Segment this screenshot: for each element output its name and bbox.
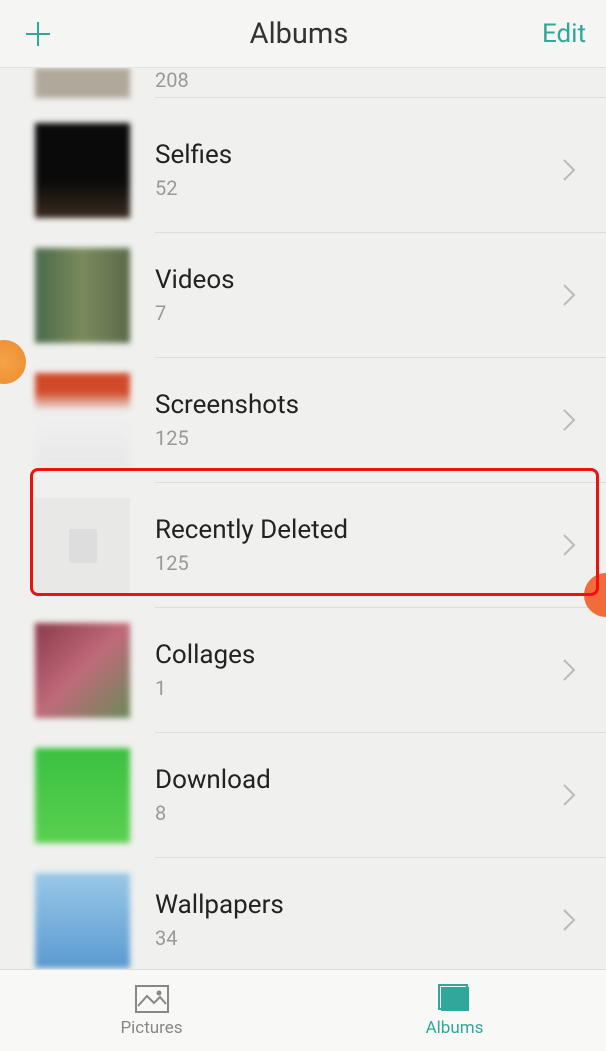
chevron-right-icon (562, 158, 576, 182)
row-text: Videos 7 (155, 265, 235, 325)
album-thumbnail (35, 498, 130, 593)
list-item[interactable]: Selfies 52 (0, 108, 606, 233)
list-item[interactable]: Wallpapers 34 (0, 858, 606, 969)
album-thumbnail (35, 748, 130, 843)
album-thumbnail (35, 248, 130, 343)
row-content: Wallpapers 34 (155, 858, 606, 969)
album-name: Selfies (155, 140, 232, 170)
row-content: Selfies 52 (155, 108, 606, 233)
album-name: Screenshots (155, 390, 299, 420)
list-item[interactable]: Download 8 (0, 733, 606, 858)
album-count: 7 (155, 301, 235, 325)
pictures-icon (134, 984, 170, 1014)
row-text: Screenshots 125 (155, 390, 299, 450)
album-thumbnail (35, 68, 130, 98)
albums-icon (438, 984, 472, 1014)
list-item[interactable]: Collages 1 (0, 608, 606, 733)
edit-button[interactable]: Edit (542, 19, 586, 49)
list-item-recently-deleted[interactable]: Recently Deleted 125 (0, 483, 606, 608)
chevron-right-icon (562, 908, 576, 932)
list-item[interactable]: Videos 7 (0, 233, 606, 358)
row-text: Wallpapers 34 (155, 890, 284, 950)
plus-icon (23, 19, 53, 49)
album-list: 208 Selfies 52 Videos 7 Screenshots (0, 68, 606, 969)
row-content: Screenshots 125 (155, 358, 606, 483)
album-thumbnail (35, 623, 130, 718)
row-content: Recently Deleted 125 (155, 483, 606, 608)
album-count: 125 (155, 551, 348, 575)
bottom-nav: Pictures Albums (0, 969, 606, 1051)
album-count: 125 (155, 426, 299, 450)
album-name: Collages (155, 640, 255, 670)
tab-label: Pictures (120, 1018, 182, 1038)
chevron-right-icon (562, 408, 576, 432)
album-count: 52 (155, 176, 232, 200)
list-item[interactable]: 208 (0, 68, 606, 108)
tab-label: Albums (426, 1018, 484, 1038)
add-button[interactable] (20, 16, 56, 52)
album-thumbnail (35, 123, 130, 218)
chevron-right-icon (562, 533, 576, 557)
list-item[interactable]: Screenshots 125 (0, 358, 606, 483)
album-thumbnail (35, 373, 130, 468)
album-count: 1 (155, 676, 255, 700)
album-name: Wallpapers (155, 890, 284, 920)
page-title: Albums (250, 17, 349, 51)
chevron-right-icon (562, 658, 576, 682)
header: Albums Edit (0, 0, 606, 68)
album-count: 8 (155, 801, 271, 825)
tab-pictures[interactable]: Pictures (0, 970, 303, 1051)
album-name: Videos (155, 265, 235, 295)
row-content: Videos 7 (155, 233, 606, 358)
row-text: Download 8 (155, 765, 271, 825)
row-text: Selfies 52 (155, 140, 232, 200)
row-content: Download 8 (155, 733, 606, 858)
album-name: Download (155, 765, 271, 795)
chevron-right-icon (562, 283, 576, 307)
album-count: 208 (155, 68, 189, 92)
album-thumbnail (35, 873, 130, 968)
chevron-right-icon (562, 783, 576, 807)
row-content: 208 (155, 68, 606, 98)
row-text: 208 (155, 68, 189, 92)
row-text: Collages 1 (155, 640, 255, 700)
album-count: 34 (155, 926, 284, 950)
row-content: Collages 1 (155, 608, 606, 733)
album-name: Recently Deleted (155, 515, 348, 545)
tab-albums[interactable]: Albums (303, 970, 606, 1051)
row-text: Recently Deleted 125 (155, 515, 348, 575)
